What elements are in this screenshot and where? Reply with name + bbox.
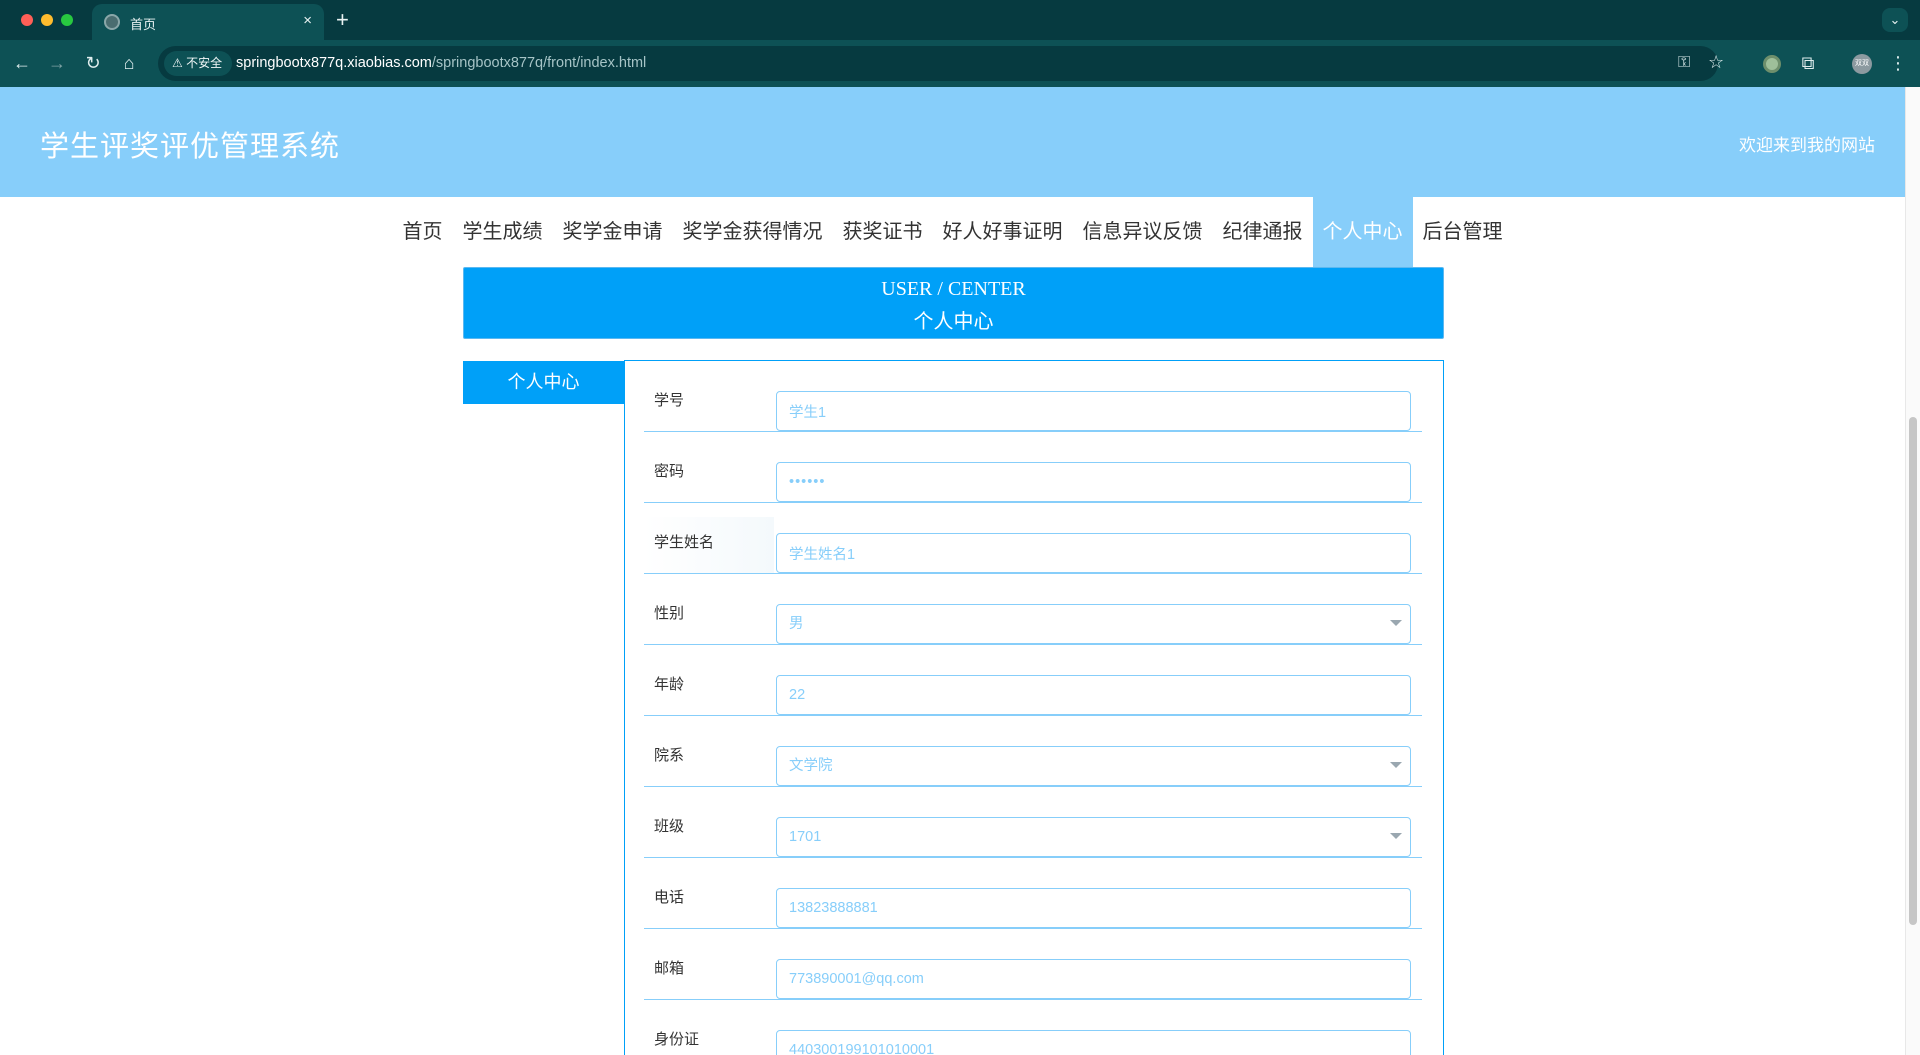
form-row-department: 院系 文学院 <box>644 716 1422 787</box>
form-row-id-card: 身份证 <box>644 1000 1422 1055</box>
site-title: 学生评奖评优管理系统 <box>40 131 341 163</box>
class-select[interactable]: 1701 <box>776 817 1411 857</box>
welcome-text: 欢迎来到我的网站 <box>1739 136 1875 155</box>
field-label: 密码 <box>654 463 685 480</box>
id-card-input[interactable] <box>776 1030 1411 1055</box>
form-row-age: 年龄 <box>644 645 1422 716</box>
url-text: springbootx877q.xiaobias.com/springbootx… <box>236 55 646 71</box>
home-icon[interactable]: ⌂ <box>117 51 141 75</box>
form-row-student-id: 学号 <box>644 361 1422 432</box>
forward-arrow-icon[interactable]: → <box>45 51 69 75</box>
nav-item-certificates[interactable]: 获奖证书 <box>833 197 933 267</box>
chevron-down-icon <box>1390 620 1402 626</box>
main-nav: 首页 学生成绩 奖学金申请 奖学金获得情况 获奖证书 好人好事证明 信息异议反馈… <box>0 197 1905 267</box>
security-label: 不安全 <box>186 56 223 70</box>
banner-title-en: USER / CENTER <box>881 278 1026 300</box>
nav-item-scholarship-results[interactable]: 奖学金获得情况 <box>673 197 833 267</box>
field-label: 学号 <box>654 392 685 409</box>
user-info-form: 学号 密码 •••••• 学生姓名 性别 男 年龄 院系 文学院 班级 1701 <box>624 360 1444 1055</box>
chevron-down-icon <box>1390 762 1402 768</box>
nav-item-user-center[interactable]: 个人中心 <box>1312 197 1413 267</box>
nav-item-scholarship-apply[interactable]: 奖学金申请 <box>553 197 673 267</box>
gender-select-value: 男 <box>789 616 804 632</box>
field-label: 年龄 <box>654 676 685 693</box>
form-row-password: 密码 •••••• <box>644 432 1422 503</box>
browser-menu-icon[interactable]: ⋮ <box>1886 51 1910 75</box>
form-row-phone: 电话 <box>644 858 1422 929</box>
chevron-down-icon <box>1390 833 1402 839</box>
maximize-window-button[interactable] <box>61 14 73 26</box>
browser-tab-bar: 首页 × + ⌄ <box>0 0 1920 40</box>
profile-avatar[interactable]: 双双 <box>1852 54 1872 74</box>
nav-item-discipline[interactable]: 纪律通报 <box>1213 197 1313 267</box>
globe-icon <box>104 14 120 30</box>
close-window-button[interactable] <box>21 14 33 26</box>
banner-title-cn: 个人中心 <box>913 311 994 333</box>
security-chip[interactable]: ⚠ 不安全 <box>164 51 233 76</box>
gender-select[interactable]: 男 <box>776 604 1411 644</box>
tab-title: 首页 <box>130 17 157 32</box>
field-label: 身份证 <box>654 1031 700 1048</box>
field-label: 性别 <box>654 605 685 622</box>
tab-search-button[interactable]: ⌄ <box>1882 8 1908 32</box>
browser-toolbar: ← → ↻ ⌂ ⚠ 不安全 springbootx877q.xiaobias.c… <box>0 40 1920 87</box>
department-select[interactable]: 文学院 <box>776 746 1411 786</box>
new-tab-button[interactable]: + <box>336 7 349 33</box>
email-input[interactable] <box>776 959 1411 999</box>
close-tab-icon[interactable]: × <box>303 12 312 29</box>
field-label: 电话 <box>654 889 685 906</box>
url-path: /springbootx877q/front/index.html <box>431 55 647 71</box>
phone-input[interactable] <box>776 888 1411 928</box>
form-row-class: 班级 1701 <box>644 787 1422 858</box>
class-select-value: 1701 <box>789 829 822 845</box>
url-host: springbootx877q.xiaobias.com <box>236 55 432 71</box>
page-scrollbar[interactable] <box>1905 87 1920 1055</box>
department-select-value: 文学院 <box>789 758 833 774</box>
form-row-student-name: 学生姓名 <box>644 503 1422 574</box>
extension-icon[interactable] <box>1763 55 1781 73</box>
extensions-puzzle-icon[interactable]: ⧉ <box>1796 51 1820 75</box>
form-row-email: 邮箱 <box>644 929 1422 1000</box>
field-label: 邮箱 <box>654 960 685 977</box>
bookmark-star-icon[interactable]: ☆ <box>1708 52 1724 73</box>
nav-item-admin[interactable]: 后台管理 <box>1413 197 1513 267</box>
browser-tab[interactable]: 首页 × <box>92 4 324 40</box>
nav-item-good-deeds[interactable]: 好人好事证明 <box>933 197 1073 267</box>
password-input[interactable]: •••••• <box>776 462 1411 502</box>
address-bar[interactable]: ⚠ 不安全 springbootx877q.xiaobias.com/sprin… <box>158 46 1724 81</box>
student-name-input[interactable] <box>776 533 1411 573</box>
side-menu-user-center[interactable]: 个人中心 <box>463 361 624 404</box>
back-arrow-icon[interactable]: ← <box>10 51 34 75</box>
nav-item-feedback[interactable]: 信息异议反馈 <box>1073 197 1213 267</box>
password-key-icon[interactable]: ⚿ <box>1678 54 1690 72</box>
warning-icon: ⚠ <box>172 56 187 70</box>
nav-item-home[interactable]: 首页 <box>393 197 453 267</box>
field-label: 班级 <box>654 818 685 835</box>
field-label: 学生姓名 <box>654 534 715 551</box>
age-input[interactable] <box>776 675 1411 715</box>
student-id-input[interactable] <box>776 391 1411 431</box>
minimize-window-button[interactable] <box>41 14 53 26</box>
user-center-banner: USER / CENTER 个人中心 <box>463 267 1444 339</box>
site-header: 学生评奖评优管理系统 欢迎来到我的网站 <box>0 87 1905 197</box>
scrollbar-thumb[interactable] <box>1909 417 1917 925</box>
form-row-gender: 性别 男 <box>644 574 1422 645</box>
reload-icon[interactable]: ↻ <box>81 51 105 75</box>
field-label: 院系 <box>654 747 685 764</box>
nav-item-scores[interactable]: 学生成绩 <box>453 197 553 267</box>
